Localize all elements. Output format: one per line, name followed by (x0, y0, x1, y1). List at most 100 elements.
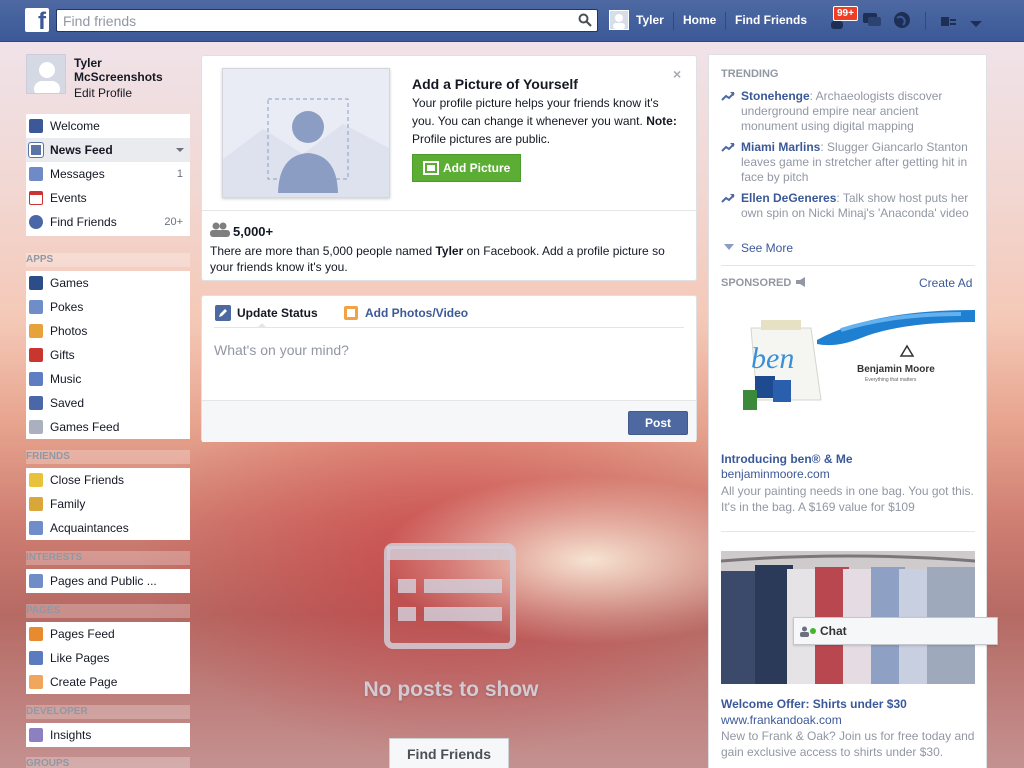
facebook-logo-icon[interactable]: f (25, 8, 49, 32)
sidebar-section-apps[interactable]: APPS (26, 253, 190, 267)
edit-profile-link[interactable]: Edit Profile (74, 86, 132, 100)
top-bar: f Tyler Home Find Friends 99+ (0, 0, 1024, 42)
ad-image-benjamin-moore[interactable]: ben Benjamin Moore Everything that matte… (721, 300, 975, 425)
sidebar-item-family[interactable]: Family (26, 492, 190, 516)
account-menu-arrow-icon[interactable] (970, 17, 982, 31)
people-named-row: 5,000+ There are more than 5,000 people … (202, 210, 696, 274)
sidebar-favorites: Welcome News Feed Messages 1 Events Find… (26, 114, 190, 236)
ad-title[interactable]: Introducing ben® & Me (721, 452, 853, 466)
sidebar-item-welcome[interactable]: Welcome (26, 114, 190, 138)
notification-badge: 99+ (833, 6, 858, 21)
sidebar-item-pages-and-public[interactable]: Pages and Public ... (26, 569, 190, 593)
sidebar-item-pages-feed[interactable]: Pages Feed (26, 622, 190, 646)
add-picture-card: Add a Picture of Yourself Your profile p… (201, 55, 697, 281)
empty-feed-icon (384, 543, 516, 649)
ad-url[interactable]: www.frankandoak.com (721, 713, 842, 727)
trending-topic[interactable]: Ellen DeGeneres (741, 191, 836, 205)
sidebar-item-saved[interactable]: Saved (26, 391, 190, 415)
trending-arrow-icon (721, 92, 735, 101)
nav-divider (925, 12, 926, 30)
tab-update-status[interactable]: Update Status (237, 306, 318, 320)
globe-icon[interactable] (892, 10, 912, 33)
sidebar-item-acquaintances[interactable]: Acquaintances (26, 516, 190, 540)
sidebar-item-gifts[interactable]: Gifts (26, 343, 190, 367)
sidebar-section-interests[interactable]: INTERESTS (26, 551, 190, 565)
pencil-icon (215, 305, 231, 321)
ad-title[interactable]: Welcome Offer: Shirts under $30 (721, 697, 907, 711)
sidebar-item-photos[interactable]: Photos (26, 319, 190, 343)
sidebar-item-close-friends[interactable]: Close Friends (26, 468, 190, 492)
chat-bar[interactable]: Chat (793, 617, 998, 645)
status-input[interactable]: What's on your mind? (214, 342, 349, 358)
right-column: TRENDING Stonehenge: Archaeologists disc… (708, 54, 987, 768)
people-name: Tyler (435, 244, 464, 258)
trending-item[interactable]: Miami Marlins: Slugger Giancarlo Stanton… (721, 140, 977, 185)
add-picture-button-label: Add Picture (443, 161, 511, 175)
messages-icon[interactable] (861, 10, 883, 33)
trending-item[interactable]: Stonehenge: Archaeologists discover unde… (721, 89, 977, 134)
nav-divider (673, 12, 674, 30)
search-icon[interactable] (578, 13, 592, 30)
person-icon (800, 626, 809, 637)
bookmark-icon (29, 396, 43, 410)
people-count: 5,000+ (233, 224, 274, 239)
sidebar-item-events[interactable]: Events (26, 186, 190, 210)
profile-avatar[interactable] (26, 54, 66, 94)
ad-body: All your painting needs in one bag. You … (721, 484, 974, 514)
profile-picture-placeholder[interactable] (222, 68, 390, 198)
sidebar-item-label: Pokes (50, 300, 84, 314)
sidebar-item-games-feed[interactable]: Games Feed (26, 415, 190, 439)
privacy-shortcuts-icon[interactable] (940, 14, 958, 31)
create-ad-link[interactable]: Create Ad (919, 276, 972, 290)
sidebar-section-pages[interactable]: PAGES (26, 604, 190, 618)
add-picture-button[interactable]: Add Picture (412, 154, 521, 182)
sidebar-item-label: Music (50, 372, 82, 386)
trending-topic[interactable]: Stonehenge (741, 89, 810, 103)
ad-url[interactable]: benjaminmoore.com (721, 467, 830, 481)
add-picture-title: Add a Picture of Yourself (412, 76, 578, 92)
sidebar-item-label: Family (50, 497, 86, 511)
trending-item[interactable]: Ellen DeGeneres: Talk show host puts her… (721, 191, 977, 221)
sidebar-item-find-friends[interactable]: Find Friends 20+ (26, 210, 190, 234)
calendar-icon (29, 191, 43, 205)
tab-add-photos-video[interactable]: Add Photos/Video (365, 306, 468, 320)
see-more-label: See More (741, 241, 794, 255)
people-icon (210, 222, 230, 237)
chevron-down-icon[interactable] (176, 148, 184, 152)
close-icon[interactable]: × (673, 66, 681, 82)
sidebar-item-label: Pages and Public ... (50, 574, 157, 588)
see-more-link[interactable]: See More (721, 241, 793, 255)
search-input[interactable] (57, 10, 567, 31)
sidebar-section-groups[interactable]: GROUPS (26, 757, 190, 768)
nav-find-friends-link[interactable]: Find Friends (735, 13, 807, 27)
sidebar-item-news-feed[interactable]: News Feed (26, 138, 190, 162)
sidebar-item-insights[interactable]: Insights (26, 723, 190, 747)
trending-topic[interactable]: Miami Marlins (741, 140, 820, 154)
nav-profile-link[interactable]: Tyler (636, 13, 664, 27)
sidebar-section-friends[interactable]: FRIENDS (26, 450, 190, 464)
sidebar-pages: Pages Feed Like Pages Create Page (26, 622, 190, 694)
sidebar-item-messages[interactable]: Messages 1 (26, 162, 190, 186)
nav-home-link[interactable]: Home (683, 13, 716, 27)
find-friends-button[interactable]: Find Friends (389, 738, 509, 768)
sidebar-item-create-page[interactable]: Create Page (26, 670, 190, 694)
profile-name[interactable]: Tyler McScreenshots (74, 56, 184, 84)
sponsored-header: SPONSORED (721, 277, 792, 289)
sidebar-friends: Close Friends Family Acquaintances (26, 468, 190, 540)
sidebar-item-label: Events (50, 191, 87, 205)
nav-avatar[interactable] (609, 10, 629, 30)
no-posts-message: No posts to show (363, 678, 539, 701)
sidebar-item-like-pages[interactable]: Like Pages (26, 646, 190, 670)
sidebar-item-label: Acquaintances (50, 521, 129, 535)
chat-label: Chat (820, 624, 847, 638)
thumbs-up-icon (29, 651, 43, 665)
add-picture-description: Your profile picture helps your friends … (412, 94, 682, 148)
sidebar-item-pokes[interactable]: Pokes (26, 295, 190, 319)
flag-icon (29, 627, 43, 641)
sidebar-item-games[interactable]: Games (26, 271, 190, 295)
sidebar-item-music[interactable]: Music (26, 367, 190, 391)
chevron-down-icon (724, 244, 734, 250)
post-button[interactable]: Post (628, 411, 688, 435)
sidebar-section-developer[interactable]: DEVELOPER (26, 705, 190, 719)
sidebar-item-label: Games Feed (50, 420, 120, 434)
